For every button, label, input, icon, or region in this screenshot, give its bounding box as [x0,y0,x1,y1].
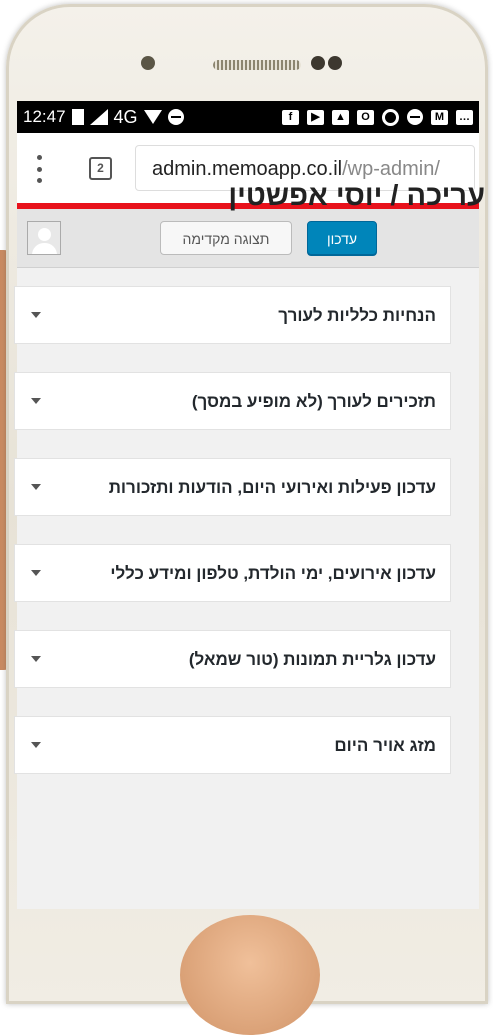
outlook-icon: O [357,109,374,125]
meta-box-title: הנחיות כלליות לעורך [278,306,436,325]
battery-icon [71,109,84,125]
url-host: admin.memoapp.co.il [152,158,343,180]
wifi-icon [143,110,162,124]
google-icon [382,108,399,126]
url-path: /wp-admin/ [342,158,440,180]
update-button[interactable]: עדכון [307,221,377,255]
sensor-icon [328,56,342,70]
overflow-menu-icon[interactable] [33,155,45,183]
do-not-disturb-icon [167,109,184,125]
toggle-arrow-icon[interactable] [31,312,41,318]
toggle-arrow-icon[interactable] [31,570,41,576]
toggle-arrow-icon[interactable] [31,656,41,662]
meta-box-list: הנחיות כלליות לעורך תזכירים לעורך (לא מו… [14,286,451,802]
meta-box-title: עדכון אירועים, ימי הולדת, טלפון ומידע כל… [110,564,436,583]
camera-icon [141,56,155,70]
meta-box-title: מזג אויר היום [334,736,436,755]
toggle-arrow-icon[interactable] [31,742,41,748]
meta-box-events[interactable]: עדכון אירועים, ימי הולדת, טלפון ומידע כל… [14,544,451,602]
meta-box-editor-reminders[interactable]: תזכירים לעורך (לא מופיע במסך) [14,372,451,430]
meta-box-gallery[interactable]: עדכון גלריית תמונות (טור שמאל) [14,630,451,688]
status-bar: 12:47 4G f ▶ ▲ O M … [17,101,479,133]
meta-box-editor-guidelines[interactable]: הנחיות כלליות לעורך [14,286,451,344]
network-type: 4G [113,106,138,127]
toggle-arrow-icon[interactable] [31,484,41,490]
sensor-icon [311,56,325,70]
app-notification-icon [407,109,423,125]
page-title: עריכה / יוסי אפשטין [228,180,485,212]
youtube-icon: ▶ [307,109,324,125]
hand-thumb [180,915,320,1035]
user-avatar[interactable] [27,221,61,255]
meta-box-title: עדכון גלריית תמונות (טור שמאל) [188,650,436,669]
gmail-icon: M [431,109,448,125]
gallery-icon: ▲ [332,109,349,125]
toggle-arrow-icon[interactable] [31,398,41,404]
preview-button[interactable]: תצוגה מקדימה [160,221,292,255]
clock: 12:47 [23,107,66,126]
messages-icon: … [456,109,473,125]
speaker-grille [213,60,301,70]
meta-box-title: תזכירים לעורך (לא מופיע במסך) [191,392,436,411]
meta-box-weather[interactable]: מזג אויר היום [14,716,451,774]
admin-toolbar: תצוגה מקדימה עדכון [17,209,479,268]
meta-box-title: עדכון פעילות ואירועי היום, הודעות ותזכור… [108,478,436,497]
signal-icon [89,109,108,125]
facebook-icon: f [282,109,299,125]
tab-switcher-button[interactable]: 2 [89,157,112,180]
meta-box-activities[interactable]: עדכון פעילות ואירועי היום, הודעות ותזכור… [14,458,451,516]
